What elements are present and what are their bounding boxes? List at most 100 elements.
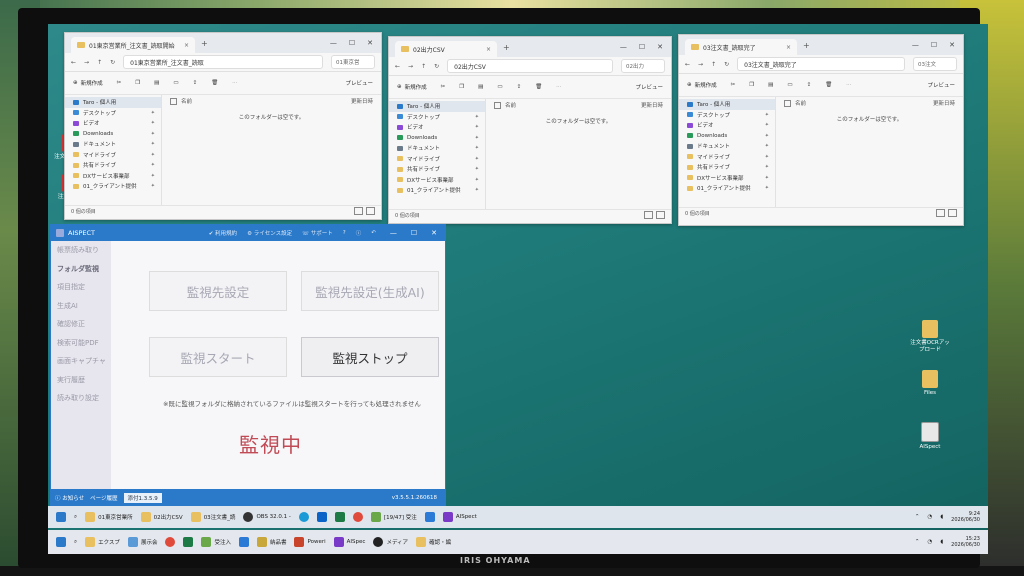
sidebar-item-field-spec[interactable]: 項目指定 <box>51 278 111 297</box>
close-button[interactable]: ✕ <box>949 41 955 49</box>
file-list[interactable]: 名前 更新日時 このフォルダーは空です。 <box>776 97 963 207</box>
volume-icon[interactable]: ◖ <box>940 514 943 520</box>
sidebar-item-form-reading[interactable]: 帳票読み取り <box>51 241 111 260</box>
desktop-icon-aispect[interactable]: AISpect <box>910 422 950 451</box>
license-link[interactable]: ⚙ ライセンス設定 <box>247 229 292 237</box>
copy-icon[interactable]: ❐ <box>459 84 464 90</box>
explorer-tab[interactable]: 02出力CSV × <box>395 41 497 57</box>
start-icon[interactable] <box>56 537 66 547</box>
copy-icon[interactable]: ❐ <box>135 80 140 86</box>
explorer-window-3[interactable]: 03注文書_読取完了 × + — ☐ ✕ ← → ↑ ↻ 03注文書_読取完了 03注文 ⊕… <box>678 34 964 226</box>
wifi-icon[interactable]: ◔ <box>927 514 932 520</box>
nav-item-mydrive[interactable]: マイドライブ ✦ <box>389 154 485 165</box>
forward-icon[interactable]: → <box>698 61 703 68</box>
maximize-button[interactable]: ☐ <box>931 41 937 49</box>
new-button[interactable]: ⊕ 新規作成 <box>397 83 427 91</box>
close-icon[interactable]: × <box>486 46 491 53</box>
paste-icon[interactable]: ▤ <box>478 84 483 90</box>
address-input[interactable]: 03注文書_読取完了 <box>737 57 905 71</box>
tiles-view-icon[interactable] <box>366 207 375 215</box>
close-icon[interactable]: × <box>184 42 189 49</box>
share-icon[interactable]: ⇪ <box>517 84 522 90</box>
nav-item-downloads[interactable]: Downloads ✦ <box>679 131 775 142</box>
file-list[interactable]: 名前 更新日時 このフォルダーは空です。 <box>486 99 671 209</box>
maximize-button[interactable]: ☐ <box>349 39 355 47</box>
page-history-link[interactable]: ページ履歴 <box>90 494 117 502</box>
share-icon[interactable]: ⇪ <box>193 80 198 86</box>
up-icon[interactable]: ↑ <box>421 63 426 70</box>
file-list[interactable]: 名前 更新日時 このフォルダーは空です。 <box>162 95 381 205</box>
vscode-icon[interactable] <box>238 537 249 547</box>
close-button[interactable]: ✕ <box>657 43 663 51</box>
nav-item-client[interactable]: 01_クライアント提供 ✦ <box>65 181 161 192</box>
start-watch-button[interactable]: 監視スタート <box>149 337 287 377</box>
search-icon[interactable]: ⌕ <box>74 514 77 521</box>
new-tab-button[interactable]: + <box>803 41 810 50</box>
nav-item-client[interactable]: 01_クライアント提供 ✦ <box>679 183 775 194</box>
more-icon[interactable]: ··· <box>232 80 237 86</box>
taskbar-item[interactable]: AISpec <box>333 537 365 547</box>
nav-item-videos[interactable]: ビデオ ✦ <box>65 118 161 129</box>
back-icon[interactable]: ← <box>685 61 690 68</box>
explorer-window-1[interactable]: 01東京営業所_注文書_読取開始 × + — ☐ ✕ ← → ↑ ↻ 01東京営業所_注文書… <box>64 32 382 220</box>
address-input[interactable]: 01東京営業所_注文書_読取 <box>123 55 323 69</box>
desktop-icon-upload-folder[interactable]: 注文書OCRアップロード <box>910 320 950 353</box>
nav-item-downloads[interactable]: Downloads ✦ <box>389 133 485 144</box>
new-button[interactable]: ⊕ 新規作成 <box>687 81 717 89</box>
maximize-button[interactable]: ☐ <box>411 229 417 237</box>
sidebar-item-screen-capture[interactable]: 画面キャプチャ <box>51 352 111 371</box>
vscode-icon[interactable] <box>424 512 435 522</box>
nav-item-client[interactable]: 01_クライアント提供 ✦ <box>389 185 485 196</box>
help-icon[interactable]: ? <box>343 230 346 236</box>
aispect-window[interactable]: AISPECT ✔ 利用規約 ⚙ ライセンス設定 ☏ サポート ? ⓘ ↶ — ☐… <box>50 224 446 512</box>
taskbar-item[interactable]: 展示会 <box>127 537 157 547</box>
select-all-checkbox[interactable] <box>784 99 791 107</box>
search-icon[interactable]: ⌕ <box>74 539 77 546</box>
details-view-icon[interactable] <box>354 207 363 215</box>
sidebar-item-history[interactable]: 実行履歴 <box>51 371 111 390</box>
delete-icon[interactable]: 🗑 <box>535 84 542 90</box>
column-name[interactable]: 名前 <box>505 101 516 109</box>
more-icon[interactable]: ··· <box>846 82 851 88</box>
nav-item-shared-drive[interactable]: 共有ドライブ ✦ <box>65 160 161 171</box>
explorer-tab[interactable]: 01東京営業所_注文書_読取開始 × <box>71 37 195 53</box>
preview-button[interactable]: プレビュー <box>345 79 373 87</box>
nav-item-documents[interactable]: ドキュメント ✦ <box>389 143 485 154</box>
clock[interactable]: 15:23 2026/06/30 <box>951 536 980 549</box>
paste-icon[interactable]: ▤ <box>154 80 159 86</box>
refresh-icon[interactable]: ↻ <box>434 63 439 70</box>
nav-item-desktop[interactable]: デスクトップ ✦ <box>389 112 485 123</box>
nav-item-onedrive[interactable]: Taro - 個人用 <box>65 97 161 108</box>
share-icon[interactable]: ⇪ <box>807 82 812 88</box>
sidebar-item-folder-watch[interactable]: フォルダ監視 <box>51 260 111 279</box>
sidebar-item-gen-ai[interactable]: 生成AI <box>51 297 111 316</box>
desktop-icon-files[interactable]: Files <box>910 370 950 397</box>
excel-icon[interactable] <box>183 537 194 547</box>
rename-icon[interactable]: ▭ <box>497 84 502 90</box>
copy-icon[interactable]: ❐ <box>749 82 754 88</box>
nav-item-dx[interactable]: DXサービス事業部 ✦ <box>679 173 775 184</box>
delete-icon[interactable]: 🗑 <box>825 82 832 88</box>
details-view-icon[interactable] <box>644 211 653 219</box>
nav-item-videos[interactable]: ビデオ ✦ <box>679 120 775 131</box>
notice-button[interactable]: ⓘ お知らせ <box>55 494 84 502</box>
explorer-window-2[interactable]: 02出力CSV × + — ☐ ✕ ← → ↑ ↻ 02出力CSV 02出力 ⊕ 新規作成 ✂… <box>388 36 672 224</box>
new-button[interactable]: ⊕ 新規作成 <box>73 79 103 87</box>
nav-item-onedrive[interactable]: Taro - 個人用 <box>389 101 485 112</box>
search-input[interactable]: 01東京営 <box>331 55 375 69</box>
new-tab-button[interactable]: + <box>201 39 208 48</box>
cut-icon[interactable]: ✂ <box>731 82 736 88</box>
nav-item-mydrive[interactable]: マイドライブ ✦ <box>65 150 161 161</box>
explorer-tab[interactable]: 03注文書_読取完了 × <box>685 39 797 55</box>
clock[interactable]: 9:24 2026/06/30 <box>951 511 980 524</box>
nav-item-videos[interactable]: ビデオ ✦ <box>389 122 485 133</box>
edge-icon[interactable] <box>298 512 309 522</box>
rename-icon[interactable]: ▭ <box>173 80 178 86</box>
new-tab-button[interactable]: + <box>503 43 510 52</box>
terms-link[interactable]: ✔ 利用規約 <box>209 229 237 237</box>
refresh-icon[interactable]: ↻ <box>724 61 729 68</box>
up-icon[interactable]: ↑ <box>711 61 716 68</box>
nav-item-documents[interactable]: ドキュメント ✦ <box>679 141 775 152</box>
column-name[interactable]: 名前 <box>181 97 192 105</box>
chevron-up-icon[interactable]: ⌃ <box>915 514 920 520</box>
